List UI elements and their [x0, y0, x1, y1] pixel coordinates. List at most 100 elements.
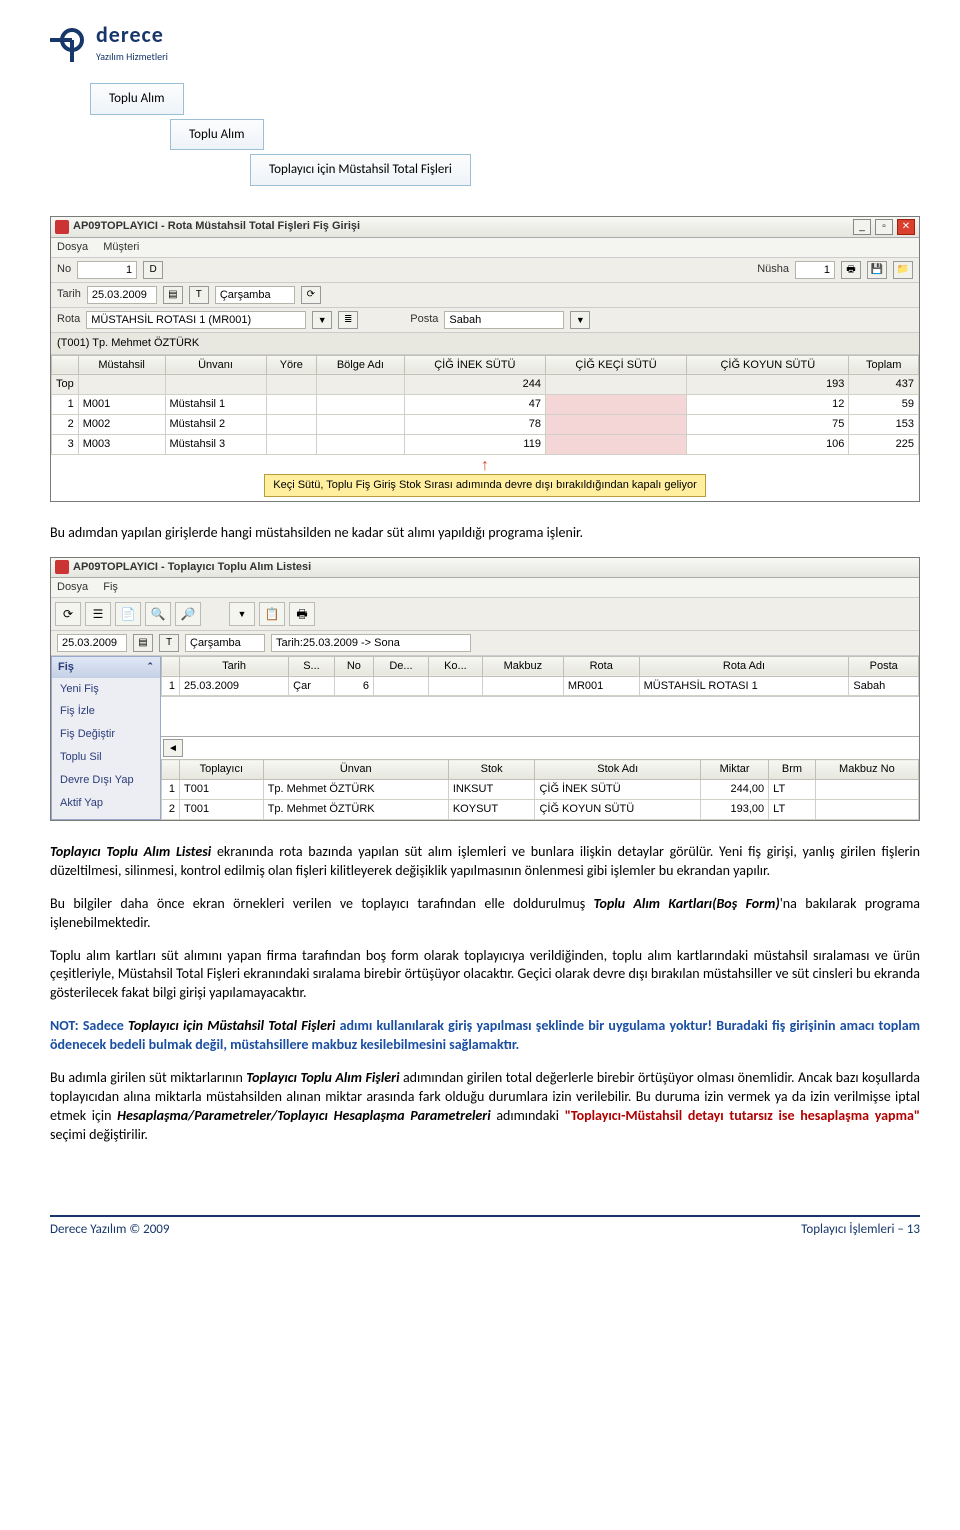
field-tarih[interactable]: 25.03.2009 [57, 634, 127, 652]
dropdown-icon[interactable]: ▼ [312, 311, 332, 329]
sidebar-link[interactable]: Aktif Yap [52, 792, 160, 815]
col-unvani[interactable]: Ünvanı [165, 355, 266, 375]
button-d[interactable]: D [143, 261, 163, 279]
footer: Derece Yazılım © 2009 Toplayıcı İşlemler… [50, 1215, 920, 1239]
fis-table: Tarih S... No De... Ko... Makbuz Rota Ro… [161, 656, 919, 697]
tool-icon[interactable]: ⟳ [55, 602, 81, 626]
sidebar-link[interactable]: Yeni Fiş [52, 678, 160, 701]
cell-top-toplam: 437 [849, 375, 919, 395]
col-rotaadi[interactable]: Rota Adı [639, 656, 849, 676]
col-koyun[interactable]: ÇİĞ KOYUN SÜTÜ [687, 355, 849, 375]
refresh-icon[interactable]: ⟳ [301, 286, 321, 304]
field-rota[interactable]: MÜSTAHSİL ROTASI 1 (MR001) [86, 311, 306, 329]
menu-dosya[interactable]: Dosya [57, 581, 88, 593]
footer-right: Toplayıcı İşlemleri – 13 [801, 1221, 920, 1239]
menu-musteri[interactable]: Müşteri [103, 241, 139, 253]
sidebar-link[interactable]: Devre Dışı Yap [52, 769, 160, 792]
col-inek[interactable]: ÇİĞ İNEK SÜTÜ [404, 355, 545, 375]
col-stokadi[interactable]: Stok Adı [535, 760, 701, 780]
col-unvan[interactable]: Ünvan [263, 760, 448, 780]
mustahsil-table: Müstahsil Ünvanı Yöre Bölge Adı ÇİĞ İNEK… [51, 355, 919, 455]
field-gun: Çarşamba [215, 286, 295, 304]
close-button[interactable]: ✕ [897, 219, 915, 235]
field-tarih[interactable]: 25.03.2009 [87, 286, 157, 304]
table-row[interactable]: 3M003Müstahsil 3119106225 [52, 434, 919, 454]
col-de[interactable]: De... [374, 656, 429, 676]
tool-icon[interactable]: ▼ [229, 602, 255, 626]
window-title: AP09TOPLAYICI - Toplayıcı Toplu Alım Lis… [73, 560, 915, 575]
window-title: AP09TOPLAYICI - Rota Müstahsil Total Fiş… [73, 219, 849, 234]
table-row[interactable]: 2M002Müstahsil 27875153 [52, 415, 919, 435]
field-nusha[interactable]: 1 [795, 261, 835, 279]
col-mustahsil[interactable]: Müstahsil [78, 355, 165, 375]
window-alim-listesi: AP09TOPLAYICI - Toplayıcı Toplu Alım Lis… [50, 557, 920, 821]
table-row[interactable]: 1M001Müstahsil 1471259 [52, 395, 919, 415]
col-bolge[interactable]: Bölge Adı [317, 355, 405, 375]
col-tarih[interactable]: Tarih [180, 656, 289, 676]
sidebar-link[interactable]: Fiş Değiştir [52, 723, 160, 746]
detay-table: Toplayıcı Ünvan Stok Stok Adı Miktar Brm… [161, 759, 919, 820]
menu-dosya[interactable]: Dosya [57, 241, 88, 253]
col-yore[interactable]: Yöre [266, 355, 316, 375]
col-toplayici[interactable]: Toplayıcı [180, 760, 264, 780]
col-posta[interactable]: Posta [849, 656, 919, 676]
tool-icon[interactable]: ☰ [85, 602, 111, 626]
table-row[interactable]: 1 25.03.2009 Çar 6 MR001 MÜSTAHSİL ROTAS… [162, 676, 919, 696]
col-s[interactable]: S... [289, 656, 335, 676]
col-makbuzno[interactable]: Makbuz No [815, 760, 918, 780]
col-miktar[interactable]: Miktar [701, 760, 769, 780]
col-stok[interactable]: Stok [448, 760, 535, 780]
col-keci[interactable]: ÇİĞ KEÇİ SÜTÜ [545, 355, 686, 375]
field-no[interactable]: 1 [77, 261, 137, 279]
chevron-icon[interactable]: ⌃ [146, 660, 154, 672]
minimize-button[interactable]: _ [853, 219, 871, 235]
logo-icon [50, 22, 90, 62]
field-posta[interactable]: Sabah [444, 311, 564, 329]
button-t[interactable]: T [189, 286, 209, 304]
tool-icon[interactable]: 📄 [115, 602, 141, 626]
button-t[interactable]: T [159, 634, 179, 652]
table-row[interactable]: 1T001Tp. Mehmet ÖZTÜRKINKSUTÇİĞ İNEK SÜT… [162, 780, 919, 800]
app-icon [55, 220, 69, 234]
tool-icon[interactable]: 🔍 [145, 602, 171, 626]
row-label-top: Top [52, 375, 79, 395]
calendar-button[interactable]: ▤ [133, 634, 153, 652]
label-nusha: Nüsha [757, 262, 789, 277]
save-button[interactable]: 💾 [867, 261, 887, 279]
label-no: No [57, 262, 71, 277]
brand-tagline: Yazılım Hizmetleri [96, 50, 168, 64]
tool-icon[interactable]: 🔎 [175, 602, 201, 626]
col-ko[interactable]: Ko... [428, 656, 482, 676]
folder-button[interactable]: 📁 [893, 261, 913, 279]
table-row[interactable]: 2T001Tp. Mehmet ÖZTÜRKKOYSUTÇİĞ KOYUN SÜ… [162, 800, 919, 820]
list-button[interactable]: ≣ [338, 311, 358, 329]
paragraph-1: Bu adımdan yapılan girişlerde hangi müst… [50, 524, 920, 543]
breadcrumb-l3[interactable]: Toplayıcı için Müstahsil Total Fişleri [250, 154, 471, 186]
label-tarih: Tarih [57, 287, 81, 302]
paragraph-6: Bu adımla girilen süt miktarlarının Topl… [50, 1069, 920, 1145]
col-brm[interactable]: Brm [769, 760, 816, 780]
col-toplam[interactable]: Toplam [849, 355, 919, 375]
menu-fis[interactable]: Fiş [103, 581, 118, 593]
sidebar-head: Fiş [58, 661, 74, 673]
sidebar-link[interactable]: Fiş İzle [52, 700, 160, 723]
col-no[interactable]: No [334, 656, 373, 676]
tool-icon[interactable]: 📋 [259, 602, 285, 626]
sidebar-panel: Fiş ⌃ Yeni FişFiş İzleFiş DeğiştirToplu … [51, 656, 161, 820]
breadcrumb-l2[interactable]: Toplu Alım [170, 119, 264, 151]
restore-button[interactable]: ▫ [875, 219, 893, 235]
print-button[interactable]: 🖶 [841, 261, 861, 279]
cell-top-koyun: 193 [687, 375, 849, 395]
dropdown-icon[interactable]: ▼ [570, 311, 590, 329]
label-rota: Rota [57, 312, 80, 327]
col-rota[interactable]: Rota [563, 656, 639, 676]
col-makbuz[interactable]: Makbuz [482, 656, 563, 676]
calendar-button[interactable]: ▤ [163, 286, 183, 304]
label-posta: Posta [410, 312, 438, 327]
tool-icon[interactable]: 🖶 [289, 602, 315, 626]
footer-left: Derece Yazılım © 2009 [50, 1221, 169, 1239]
sidebar-link[interactable]: Toplu Sil [52, 746, 160, 769]
breadcrumb-l1[interactable]: Toplu Alım [90, 83, 184, 115]
scroll-left-icon[interactable]: ◄ [163, 739, 183, 757]
field-gun: Çarşamba [185, 634, 265, 652]
